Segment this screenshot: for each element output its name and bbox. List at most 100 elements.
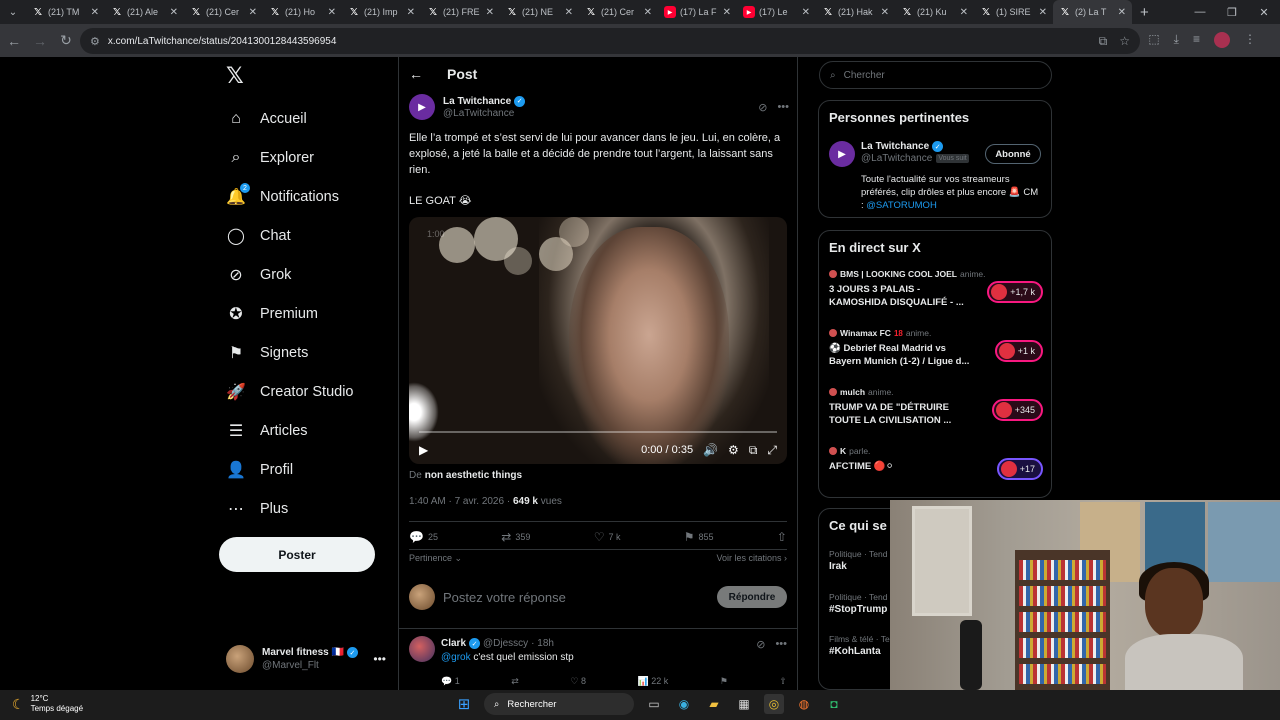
live-item[interactable]: BMS | LOOKING COOL JOEL anime. 3 JOURS 3 P… xyxy=(829,269,1043,313)
comment-author-handle[interactable]: @Djesscy xyxy=(483,638,528,649)
following-button[interactable]: Abonné xyxy=(985,144,1041,164)
browser-tab[interactable]: 𝕏 (21) Cer ✕ xyxy=(579,0,658,24)
nav-item-premium[interactable]: ✪ Premium xyxy=(226,299,318,329)
profile-avatar-icon[interactable] xyxy=(1214,32,1230,48)
live-item[interactable]: Winamax FC 18 anime. ⚽ Debrief Real Madrid … xyxy=(829,328,1043,372)
browser-tab[interactable]: 𝕏 (21) NE ✕ xyxy=(500,0,579,24)
reply-item[interactable]: Clark ✓ @Djesscy · 18h ⊘ ••• @grok c'est… xyxy=(409,636,787,690)
store-icon[interactable]: ▦ xyxy=(734,694,754,714)
extensions-icon[interactable]: ⬚ xyxy=(1148,32,1159,48)
address-bar[interactable]: ⚙ x.com/LaTwitchance/status/204130012844… xyxy=(80,28,1140,54)
edge-icon[interactable]: ◉ xyxy=(674,694,694,714)
close-tab-icon[interactable]: ✕ xyxy=(407,7,415,18)
minimize-icon[interactable]: — xyxy=(1184,0,1216,24)
reply-button[interactable]: 💬 25 xyxy=(409,529,438,545)
nav-item-grok[interactable]: ⊘ Grok xyxy=(226,260,291,290)
popout-icon[interactable]: ⧉ xyxy=(749,443,758,458)
browser-menu-icon[interactable]: ⋮ xyxy=(1244,32,1256,48)
live-listener-pill[interactable]: +1,7 k xyxy=(987,281,1043,303)
nav-item-notifications[interactable]: 🔔 2 Notifications xyxy=(226,182,339,212)
close-tab-icon[interactable]: ✕ xyxy=(723,7,731,18)
reload-icon[interactable]: ↻ xyxy=(54,29,78,53)
media-control-icon[interactable]: ≡ xyxy=(1193,32,1200,48)
live-listener-pill[interactable]: +345 xyxy=(991,399,1043,421)
comment-author-name[interactable]: Clark xyxy=(441,638,466,649)
task-view-icon[interactable]: ▭ xyxy=(644,694,664,714)
person-name[interactable]: La Twitchance xyxy=(861,141,929,152)
more-icon[interactable]: ••• xyxy=(777,101,789,114)
comment-reply-button[interactable]: 💬 1 xyxy=(441,676,460,687)
like-button[interactable]: ♡ 7 k xyxy=(594,529,621,545)
close-tab-icon[interactable]: ✕ xyxy=(1118,7,1126,18)
nav-item-accueil[interactable]: ⌂ Accueil xyxy=(226,104,307,134)
reply-submit-button[interactable]: Répondre xyxy=(717,586,787,608)
bookmark-star-icon[interactable]: ☆ xyxy=(1119,34,1130,49)
browser-tab[interactable]: 𝕏 (21) TM ✕ xyxy=(26,0,105,24)
browser-tab[interactable]: 𝕏 (21) Cer ✕ xyxy=(184,0,263,24)
more-icon[interactable]: ••• xyxy=(775,638,787,651)
live-item[interactable]: mulch anime. TRUMP VA DE "DÉTRUIRE TOUTE L… xyxy=(829,387,1043,431)
volume-icon[interactable]: 🔊 xyxy=(703,443,718,457)
avatar[interactable] xyxy=(409,636,435,662)
video-progress-bar[interactable] xyxy=(419,431,777,433)
app-icon[interactable]: ◘ xyxy=(824,694,844,714)
account-switcher[interactable]: Marvel fitness 🇫🇷 ✓ @Marvel_Flt ••• xyxy=(226,643,386,675)
nav-item-chat[interactable]: ◯ Chat xyxy=(226,221,291,251)
live-item[interactable]: Kparle. AFCTIME 🔴⚪ +17 xyxy=(829,446,1043,490)
tab-search-icon[interactable]: ⌄ xyxy=(0,0,26,24)
repost-button[interactable]: ⇄ 359 xyxy=(501,529,530,545)
author-name[interactable]: La Twitchance xyxy=(443,96,511,107)
close-tab-icon[interactable]: ✕ xyxy=(91,7,99,18)
nav-item-articles[interactable]: ☰ Articles xyxy=(226,416,308,446)
file-explorer-icon[interactable]: ▰ xyxy=(704,694,724,714)
close-tab-icon[interactable]: ✕ xyxy=(802,7,810,18)
close-tab-icon[interactable]: ✕ xyxy=(486,7,494,18)
download-icon[interactable]: ⤓ xyxy=(1174,32,1179,48)
browser-tab[interactable]: 𝕏 (21) Ku ✕ xyxy=(895,0,974,24)
close-window-icon[interactable]: ✕ xyxy=(1248,0,1280,24)
weather-widget[interactable]: ☾ 12°C Temps dégagé xyxy=(12,694,83,714)
browser-tab[interactable]: 𝕏 (1) SIRE ✕ xyxy=(974,0,1053,24)
bookmark-button[interactable]: ⚑ 855 xyxy=(684,529,714,545)
author-handle[interactable]: @LaTwitchance xyxy=(443,108,525,119)
install-app-icon[interactable]: ⧉ xyxy=(1099,34,1108,49)
site-info-icon[interactable]: ⚙ xyxy=(90,35,100,48)
forward-icon[interactable]: → xyxy=(28,29,52,53)
more-icon[interactable]: ••• xyxy=(373,652,386,666)
firefox-icon[interactable]: ◍ xyxy=(794,694,814,714)
nav-item-signets[interactable]: ⚑ Signets xyxy=(226,338,309,368)
close-tab-icon[interactable]: ✕ xyxy=(644,7,652,18)
comment-share-icon[interactable]: ⇧ xyxy=(779,676,787,687)
source-name[interactable]: non aesthetic things xyxy=(425,470,522,481)
browser-tab[interactable]: 𝕏 (21) Hak ✕ xyxy=(816,0,895,24)
back-arrow-icon[interactable]: ← xyxy=(409,66,425,82)
nav-item-creator-studio[interactable]: 🚀 Creator Studio xyxy=(226,377,353,407)
comment-mention[interactable]: @grok xyxy=(441,652,471,663)
windows-start-icon[interactable]: ⊞ xyxy=(454,694,474,714)
search-input[interactable]: ⌕ Chercher xyxy=(819,61,1052,89)
close-tab-icon[interactable]: ✕ xyxy=(249,7,257,18)
close-tab-icon[interactable]: ✕ xyxy=(1039,7,1047,18)
close-tab-icon[interactable]: ✕ xyxy=(328,7,336,18)
video-player[interactable]: 1:00 ▶ 0:00 / 0:35 🔊 ⚙ ⧉ ⤢ xyxy=(409,217,787,464)
comment-like-button[interactable]: ♡ 8 xyxy=(570,676,586,687)
close-tab-icon[interactable]: ✕ xyxy=(960,7,968,18)
close-tab-icon[interactable]: ✕ xyxy=(881,7,889,18)
grok-icon[interactable]: ⊘ xyxy=(756,638,765,651)
comment-repost-icon[interactable]: ⇄ xyxy=(511,676,519,687)
taskbar-search[interactable]: ⌕ Rechercher xyxy=(484,693,634,715)
browser-tab[interactable]: ▶ (17) Le ✕ xyxy=(737,0,816,24)
browser-tab[interactable]: 𝕏 (2) La T ✕ xyxy=(1053,0,1132,24)
quotes-link[interactable]: Voir les citations › xyxy=(716,553,787,564)
nav-item-profil[interactable]: 👤 Profil xyxy=(226,455,293,485)
browser-tab[interactable]: 𝕏 (21) FRE ✕ xyxy=(421,0,500,24)
post-button[interactable]: Poster xyxy=(219,537,375,572)
maximize-icon[interactable]: ❐ xyxy=(1216,0,1248,24)
browser-tab[interactable]: 𝕏 (21) Ale ✕ xyxy=(105,0,184,24)
reply-input[interactable]: Postez votre réponse xyxy=(443,590,709,605)
share-button[interactable]: ⇧ xyxy=(777,529,787,545)
post-timestamp[interactable]: 1:40 AM · 7 avr. 2026 · xyxy=(409,496,510,507)
author-avatar[interactable]: ▶ xyxy=(409,94,435,120)
bio-mention[interactable]: @SATORUMOH xyxy=(866,200,937,211)
browser-tab[interactable]: 𝕏 (21) Imp ✕ xyxy=(342,0,421,24)
